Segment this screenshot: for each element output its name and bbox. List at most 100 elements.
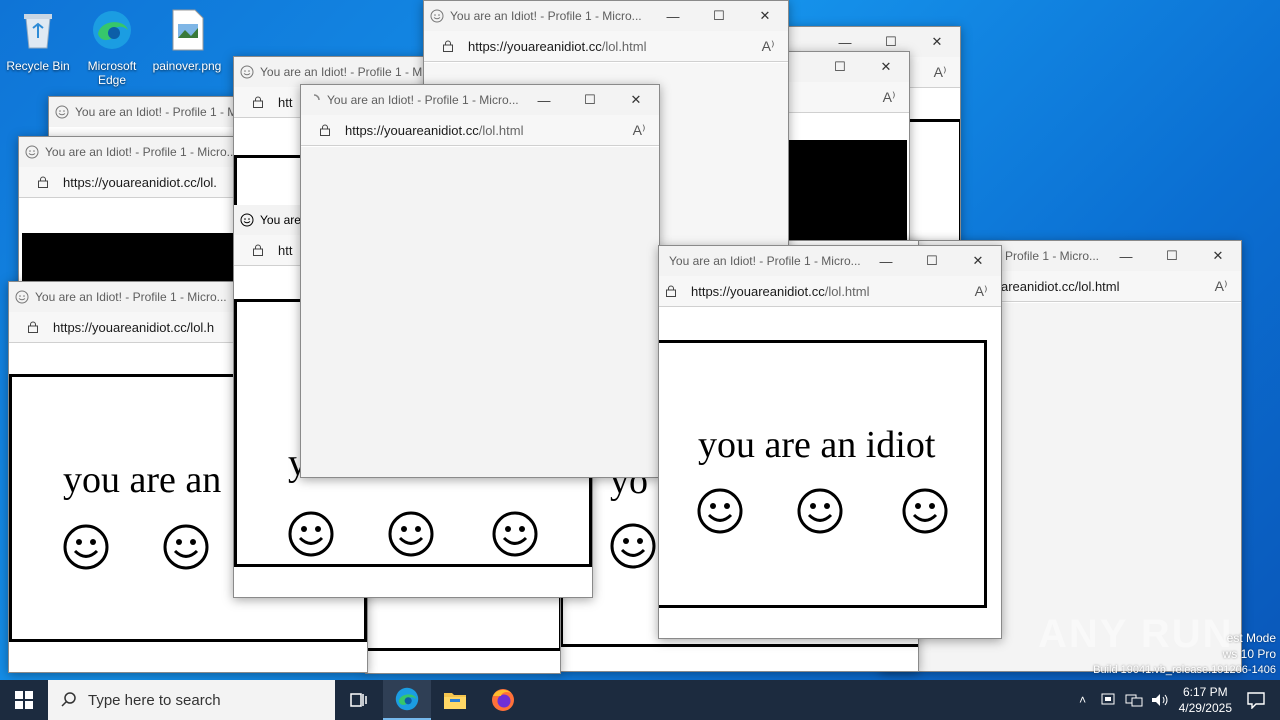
url-text: https://youareanidiot.cc/lol.html: [345, 122, 524, 138]
desktop-icon-painover[interactable]: painover.png: [149, 8, 225, 73]
smiley-icon: [288, 511, 334, 557]
desktop-icon-edge[interactable]: Microsoft Edge: [74, 8, 150, 87]
close-button[interactable]: ✕: [742, 1, 788, 31]
lock-icon: [38, 176, 48, 188]
chevron-up-icon[interactable]: ˄: [1071, 693, 1095, 707]
maximize-button[interactable]: ☐: [817, 52, 863, 82]
minimize-button[interactable]: —: [650, 1, 696, 31]
browser-window[interactable]: You are an Idiot! - Profile 1 - Micro...…: [18, 136, 240, 298]
taskbar-search-box[interactable]: Type here to search: [48, 680, 335, 720]
task-view-icon: [350, 693, 367, 707]
file-explorer-icon: [444, 693, 466, 709]
windows-logo-icon: [15, 691, 33, 709]
lock-icon: [443, 40, 453, 52]
smiley-icon: [697, 488, 743, 534]
url-text: https://youareanidiot.cc/lol.html: [691, 283, 870, 299]
start-button[interactable]: [0, 680, 48, 720]
smiley-favicon-icon: [430, 9, 444, 23]
window-title: You are an Idiot! - Profile 1 - Micro...: [450, 9, 642, 23]
window-title: You are an Idiot! - Profile 1 - Micro...: [669, 254, 861, 268]
device-icon[interactable]: [1098, 692, 1118, 708]
lock-icon: [666, 285, 676, 297]
close-button[interactable]: ✕: [955, 246, 1001, 276]
smiley-favicon-icon: [25, 145, 39, 159]
volume-icon[interactable]: [1150, 692, 1170, 708]
taskbar-clock[interactable]: 6:17 PM 4/29/2025: [1179, 684, 1232, 716]
title-bar[interactable]: ☐ ✕: [771, 52, 909, 82]
window-title: You are an Idiot! - Profile 1 - M: [75, 105, 238, 119]
edge-icon: [93, 11, 131, 49]
title-bar[interactable]: You are an Idiot! - Profile 1 - Micro...…: [424, 1, 788, 31]
desktop-icon-label: Recycle Bin: [6, 59, 70, 73]
taskbar-edge-button[interactable]: [383, 680, 431, 720]
maximize-button[interactable]: ☐: [567, 85, 613, 115]
taskbar: Type here to search ˄ 6:17 PM 4/29/2025: [0, 680, 1280, 720]
clock-time: 6:17 PM: [1182, 685, 1228, 699]
desktop-icon-recycle-bin[interactable]: Recycle Bin: [0, 8, 76, 73]
smiley-favicon-icon: [240, 65, 254, 79]
title-bar[interactable]: You are an Idiot! - Profile 1 - Micro...: [19, 137, 239, 167]
smiley-icon: [163, 524, 209, 570]
address-bar[interactable]: A⁾: [771, 82, 909, 113]
maximize-button[interactable]: ☐: [909, 246, 955, 276]
smiley-favicon-icon: [15, 290, 29, 304]
network-icon[interactable]: [1124, 692, 1144, 708]
address-bar[interactable]: https://youareanidiot.cc/lol.html A⁾: [424, 31, 788, 62]
smiley-favicon-icon: [55, 105, 69, 119]
read-aloud-icon[interactable]: A⁾: [961, 283, 1001, 300]
smiley-icon: [388, 511, 434, 557]
browser-window[interactable]: ☐ ✕ A⁾ idiot: [770, 51, 910, 253]
smiley-icon: [902, 488, 948, 534]
close-button[interactable]: ✕: [863, 52, 909, 82]
lock-icon: [253, 244, 263, 256]
minimize-button[interactable]: —: [1103, 241, 1149, 271]
title-bar[interactable]: You are an Idiot! - Profile 1 - Micro...…: [301, 85, 659, 115]
page-text: you are an: [63, 459, 222, 501]
lock-icon: [253, 96, 263, 108]
address-bar[interactable]: https://youareanidiot.cc/lol.html A⁾: [659, 276, 1001, 307]
maximize-button[interactable]: ☐: [696, 1, 742, 31]
image-file-icon: [172, 9, 204, 51]
read-aloud-icon[interactable]: A⁾: [920, 64, 960, 81]
page-frame: [234, 155, 310, 211]
browser-window[interactable]: You are an Idiot! - Profile 1 - Micro...…: [300, 84, 660, 478]
browser-window[interactable]: You are an Idiot! - Profile 1 - Micro...…: [658, 245, 1002, 639]
read-aloud-icon[interactable]: A⁾: [869, 89, 909, 106]
window-title: You are an Idiot! - Profile 1 - Micro...: [45, 145, 237, 159]
address-bar[interactable]: https://youareanidiot.cc/lol.: [19, 167, 239, 198]
page-content: idiot: [771, 114, 909, 252]
read-aloud-icon[interactable]: A⁾: [1201, 278, 1241, 295]
minimize-button[interactable]: —: [521, 85, 567, 115]
taskbar-firefox-button[interactable]: [479, 680, 527, 720]
taskbar-file-explorer-button[interactable]: [431, 680, 479, 720]
anyrun-logo: ANY RUN: [1038, 612, 1234, 656]
close-button[interactable]: ✕: [1195, 241, 1241, 271]
smiley-icon: [610, 523, 656, 569]
smiley-icon: [797, 488, 843, 534]
title-bar[interactable]: You are an Idiot! - Profile 1 - M: [49, 97, 239, 127]
desktop-icon-label: painover.png: [152, 59, 222, 73]
smiley-icon: [63, 524, 109, 570]
desktop-icon-label: Microsoft Edge: [87, 59, 137, 87]
close-button[interactable]: ✕: [914, 27, 960, 57]
title-bar[interactable]: You are an Idiot! - Profile 1 - Micro...…: [659, 246, 1001, 276]
page-content: [301, 147, 659, 477]
recycle-bin-icon: [24, 14, 52, 49]
task-view-button[interactable]: [335, 680, 383, 720]
url-text: https://youareanidiot.cc/lol.: [63, 174, 217, 190]
firefox-icon: [492, 689, 514, 711]
smiley-icon: [492, 511, 538, 557]
lock-icon: [320, 124, 330, 136]
notification-icon[interactable]: [1246, 691, 1266, 709]
loading-spinner-icon: [313, 94, 320, 101]
system-tray: ˄ 6:17 PM 4/29/2025: [1071, 680, 1280, 720]
read-aloud-icon[interactable]: A⁾: [619, 122, 659, 139]
maximize-button[interactable]: ☐: [1149, 241, 1195, 271]
address-bar[interactable]: https://youareanidiot.cc/lol.html A⁾: [301, 115, 659, 146]
minimize-button[interactable]: —: [863, 246, 909, 276]
lock-icon: [28, 321, 38, 333]
read-aloud-icon[interactable]: A⁾: [748, 38, 788, 55]
page-content: you are an idiot: [659, 308, 1001, 638]
close-button[interactable]: ✕: [613, 85, 659, 115]
search-placeholder: Type here to search: [88, 691, 221, 709]
